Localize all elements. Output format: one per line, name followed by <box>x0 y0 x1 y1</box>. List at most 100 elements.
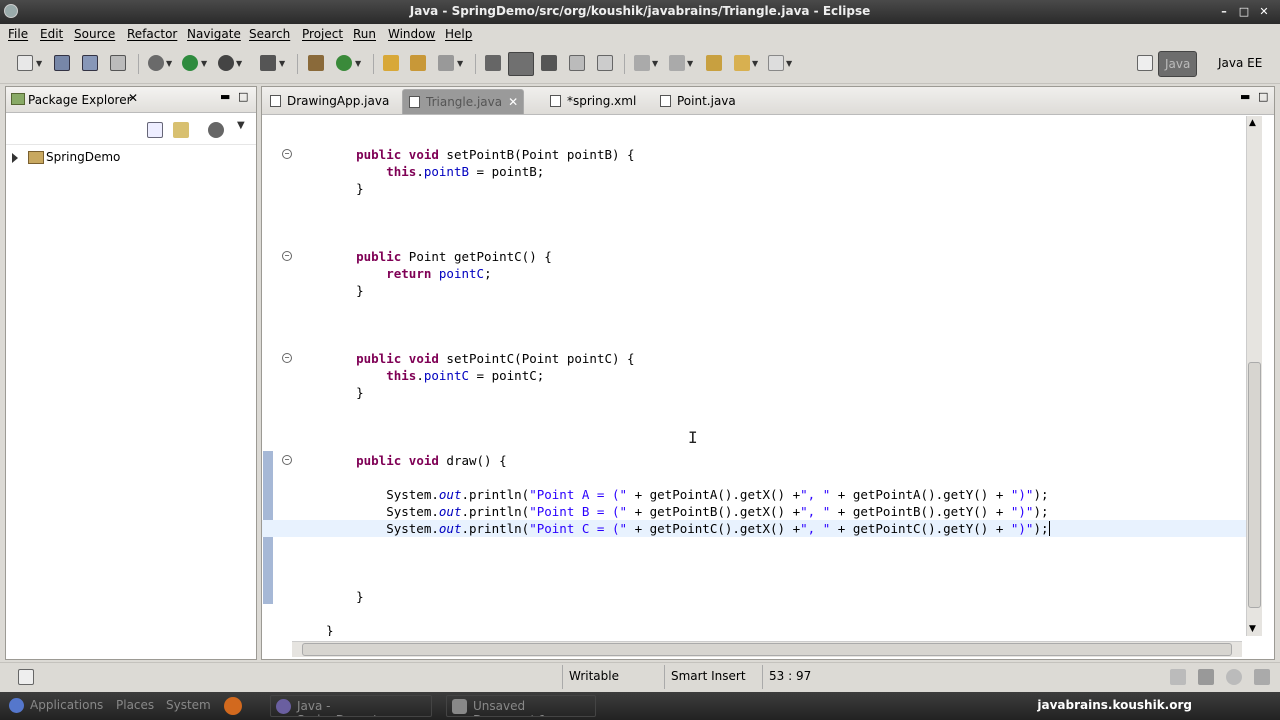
save-all-icon[interactable] <box>82 55 98 71</box>
code-line[interactable] <box>262 605 1247 622</box>
menu-project[interactable]: Project <box>302 27 343 41</box>
next-annotation-icon[interactable] <box>634 55 650 71</box>
fold-collapse-icon[interactable]: − <box>282 251 292 261</box>
perspective-java[interactable]: Java <box>1158 51 1198 77</box>
tray-icon[interactable] <box>1170 669 1186 685</box>
scroll-down-icon[interactable]: ▼ <box>1249 624 1256 634</box>
code-line[interactable]: − public void draw() { <box>262 452 1247 469</box>
collapse-all-icon[interactable] <box>147 122 163 138</box>
next-annotation-dropdown-icon[interactable]: ▼ <box>652 59 658 68</box>
menu-navigate[interactable]: Navigate <box>187 27 241 41</box>
forward-dropdown-icon[interactable]: ▼ <box>786 59 792 68</box>
tray-icon[interactable] <box>1254 669 1270 685</box>
fold-collapse-icon[interactable]: − <box>282 455 292 465</box>
vertical-scroll-thumb[interactable] <box>1248 362 1261 608</box>
link-with-editor-icon[interactable] <box>173 122 189 138</box>
debug-dropdown-icon[interactable]: ▼ <box>166 59 172 68</box>
menu-source[interactable]: Source <box>74 27 115 41</box>
tab-triangle[interactable]: Triangle.java ✕ <box>402 89 524 114</box>
package-explorer-close-icon[interactable]: ✕ <box>128 91 138 105</box>
task-text-editor[interactable]: Unsaved Document 1 <box>446 695 596 717</box>
tab-drawingapp[interactable]: DrawingApp.java <box>264 89 398 114</box>
block-selection-icon[interactable] <box>541 55 557 71</box>
code-line[interactable]: System.out.println("Point A = (" + getPo… <box>262 486 1247 503</box>
fold-collapse-icon[interactable]: − <box>282 353 292 363</box>
new-server-icon[interactable] <box>260 55 276 71</box>
code-line[interactable] <box>262 197 1247 214</box>
code-line[interactable] <box>262 316 1247 333</box>
code-line[interactable]: } <box>262 588 1247 605</box>
menu-help[interactable]: Help <box>445 27 472 41</box>
horizontal-scrollbar[interactable] <box>292 641 1242 657</box>
tray-icon[interactable] <box>1226 669 1242 685</box>
maximize-view-icon[interactable]: □ <box>238 90 248 103</box>
back-icon[interactable] <box>734 55 750 71</box>
code-line[interactable] <box>262 537 1247 554</box>
code-line[interactable] <box>262 469 1247 486</box>
code-line[interactable] <box>262 571 1247 588</box>
open-type-icon[interactable] <box>383 55 399 71</box>
minimize-button[interactable]: – <box>1216 4 1232 20</box>
code-line[interactable]: this.pointB = pointB; <box>262 163 1247 180</box>
minimize-view-icon[interactable]: ▬ <box>220 90 230 103</box>
run-icon[interactable] <box>182 55 198 71</box>
print-icon[interactable] <box>110 55 126 71</box>
code-line[interactable]: return pointC; <box>262 265 1247 282</box>
toggle-breadcrumb-icon[interactable] <box>485 55 501 71</box>
vertical-scrollbar[interactable]: ▲ ▼ <box>1246 116 1262 636</box>
task-applications[interactable]: Applications <box>4 695 104 717</box>
code-line[interactable]: this.pointC = pointC; <box>262 367 1247 384</box>
tab-point[interactable]: Point.java <box>656 89 752 114</box>
search-icon[interactable] <box>438 55 454 71</box>
code-line[interactable]: − public void setPointC(Point pointC) { <box>262 350 1247 367</box>
package-explorer-title[interactable]: Package Explorer <box>28 93 132 107</box>
menu-file[interactable]: File <box>8 27 28 41</box>
save-icon[interactable] <box>54 55 70 71</box>
code-line[interactable] <box>262 299 1247 316</box>
tree-item-springdemo[interactable]: SpringDemo <box>6 145 256 167</box>
minimize-editor-icon[interactable]: ▬ <box>1240 90 1250 103</box>
new-icon[interactable] <box>17 55 33 71</box>
menu-run[interactable]: Run <box>353 27 376 41</box>
code-line[interactable]: } <box>262 180 1247 197</box>
code-line[interactable]: } <box>262 622 1247 636</box>
menu-refactor[interactable]: Refactor <box>127 27 177 41</box>
expand-arrow-icon[interactable] <box>12 153 18 163</box>
previous-annotation-dropdown-icon[interactable]: ▼ <box>687 59 693 68</box>
maximize-editor-icon[interactable]: □ <box>1258 90 1268 103</box>
new-class-dropdown-icon[interactable]: ▼ <box>355 59 361 68</box>
code-editor[interactable]: − public void setPointB(Point pointB) { … <box>262 116 1247 636</box>
close-button[interactable]: ✕ <box>1256 4 1272 20</box>
scroll-up-icon[interactable]: ▲ <box>1249 118 1256 128</box>
code-line[interactable]: − public void setPointB(Point pointB) { <box>262 146 1247 163</box>
external-tools-dropdown-icon[interactable]: ▼ <box>236 59 242 68</box>
code-line[interactable] <box>262 333 1247 350</box>
back-dropdown-icon[interactable]: ▼ <box>752 59 758 68</box>
external-tools-icon[interactable] <box>218 55 234 71</box>
code-line[interactable]: } <box>262 282 1247 299</box>
code-line[interactable] <box>262 231 1247 248</box>
word-wrap-icon[interactable] <box>569 55 585 71</box>
code-line[interactable]: } <box>262 384 1247 401</box>
open-resource-icon[interactable] <box>410 55 426 71</box>
server-dropdown-icon[interactable]: ▼ <box>279 59 285 68</box>
task-eclipse[interactable]: Java - SpringDemo/src... <box>270 695 432 717</box>
menu-window[interactable]: Window <box>388 27 435 41</box>
horizontal-scroll-thumb[interactable] <box>302 643 1232 656</box>
new-java-class-icon[interactable] <box>336 55 352 71</box>
code-line[interactable] <box>262 435 1247 452</box>
forward-icon[interactable] <box>768 55 784 71</box>
code-line[interactable] <box>262 418 1247 435</box>
last-edit-location-icon[interactable] <box>706 55 722 71</box>
tab-close-icon[interactable]: ✕ <box>508 95 518 109</box>
code-line[interactable] <box>262 214 1247 231</box>
open-perspective-icon[interactable] <box>1137 55 1153 71</box>
run-dropdown-icon[interactable]: ▼ <box>201 59 207 68</box>
overview-ruler[interactable] <box>1262 116 1274 636</box>
previous-annotation-icon[interactable] <box>669 55 685 71</box>
perspective-java-ee[interactable]: Java EE <box>1212 51 1268 77</box>
view-filters-icon[interactable] <box>208 122 224 138</box>
code-line[interactable] <box>262 554 1247 571</box>
menu-search[interactable]: Search <box>249 27 290 41</box>
fast-view-icon[interactable] <box>18 669 34 685</box>
